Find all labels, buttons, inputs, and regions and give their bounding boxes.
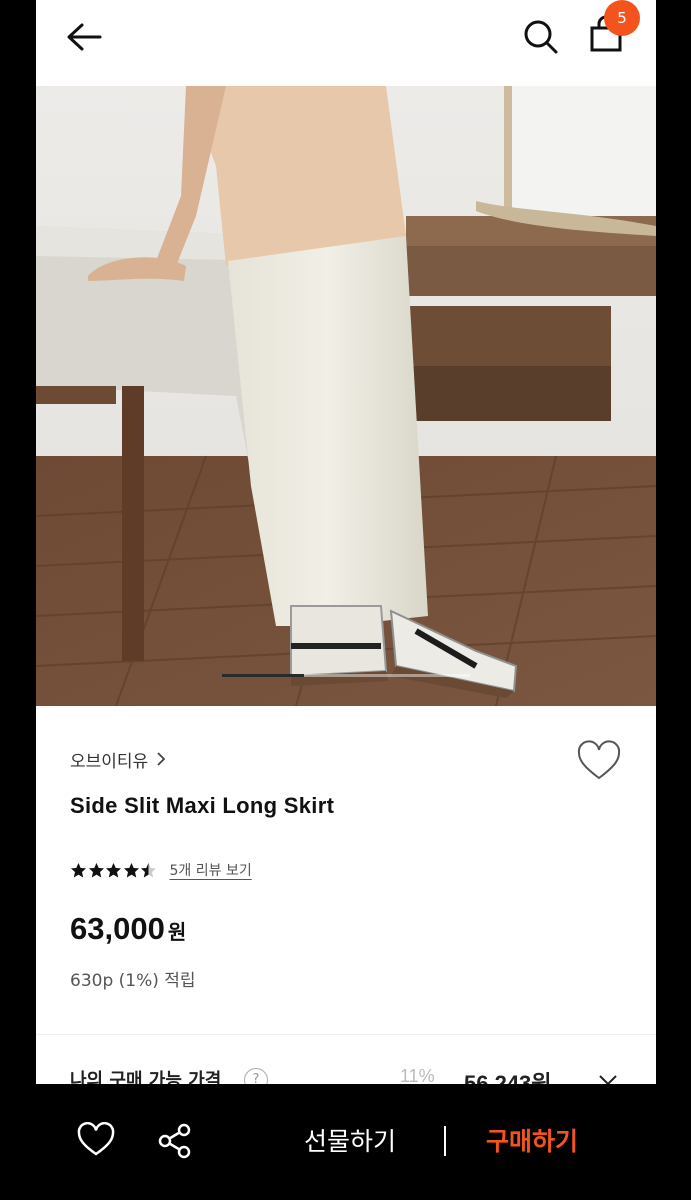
brand-name: 오브이티유: [70, 751, 149, 772]
heart-icon: [577, 740, 621, 780]
search-button[interactable]: [518, 14, 562, 58]
my-price-value: 56,243원: [464, 1071, 552, 1084]
product-image: [36, 86, 656, 706]
bottom-wishlist-button[interactable]: [76, 1121, 116, 1158]
my-price-discount: 11%: [400, 1066, 435, 1084]
price-amount: 63,000: [70, 911, 165, 946]
heart-icon: [77, 1121, 115, 1156]
my-price-row[interactable]: 나의 구매 가능 가격 ? 11% 56,243원: [36, 1066, 656, 1084]
star-icon: [141, 862, 156, 877]
gallery-progress-fill: [222, 674, 304, 677]
back-arrow-icon: [67, 23, 102, 51]
cart-count-badge: 5: [604, 0, 640, 36]
my-price-label: 나의 구매 가능 가격: [70, 1070, 222, 1084]
product-photo[interactable]: [36, 86, 656, 706]
gallery-progress: [222, 674, 470, 677]
star-icon: [123, 862, 139, 877]
price: 63,000 원: [70, 911, 186, 947]
brand-link[interactable]: 오브이티유: [70, 744, 166, 774]
search-icon: [524, 20, 558, 54]
back-button[interactable]: [62, 18, 106, 58]
chevron-right-icon: [157, 752, 166, 766]
chevron-down-icon: [599, 1075, 617, 1084]
product-title: Side Slit Maxi Long Skirt: [70, 793, 335, 818]
review-link[interactable]: 5개 리뷰 보기: [170, 860, 252, 880]
bottom-bar-separator: [444, 1126, 446, 1156]
share-button[interactable]: [156, 1122, 194, 1160]
star-icon: [106, 862, 121, 877]
share-icon: [158, 1123, 191, 1159]
product-detail-screen: 5 오브이티유 Side Slit Maxi Long Skirt 5개 리뷰 …: [36, 0, 656, 1084]
question-icon[interactable]: ?: [244, 1068, 268, 1084]
rating-row: 5개 리뷰 보기: [70, 858, 252, 882]
bottom-action-bar: 선물하기 구매하기: [0, 1084, 691, 1200]
price-unit: 원: [167, 920, 187, 944]
top-header: 5: [36, 0, 656, 86]
divider: [36, 1034, 656, 1035]
rating-stars: [70, 862, 158, 879]
wishlist-button[interactable]: [576, 740, 622, 782]
reward-points: 630p (1%) 적립: [70, 971, 196, 991]
buy-button[interactable]: 구매하기: [486, 1122, 578, 1158]
star-icon: [71, 862, 86, 877]
star-icon: [88, 862, 104, 877]
gift-button[interactable]: 선물하기: [304, 1122, 396, 1158]
